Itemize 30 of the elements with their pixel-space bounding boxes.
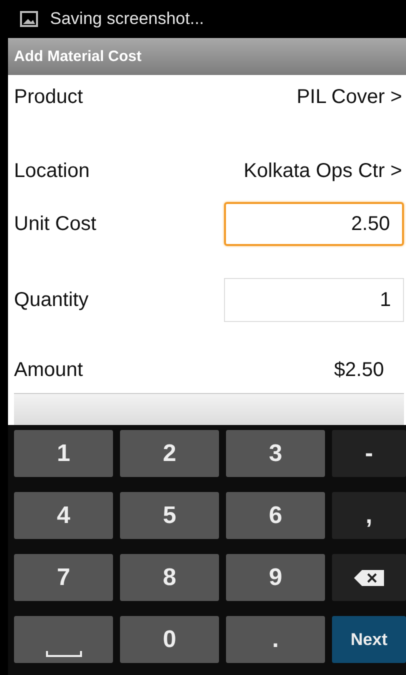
notification-text: Saving screenshot... [50, 9, 204, 29]
keyboard-key[interactable]: 0 [120, 616, 219, 663]
backspace-icon [354, 570, 384, 586]
field-label: Quantity [14, 288, 88, 312]
space-icon [46, 650, 82, 656]
keyboard-key[interactable]: 2 [120, 430, 219, 477]
keyboard-key[interactable]: . [226, 616, 325, 663]
keyboard-key[interactable]: , [332, 492, 406, 539]
save-button[interactable] [14, 393, 404, 425]
keyboard-key[interactable]: Next [332, 616, 406, 663]
selector-row[interactable]: Product PIL Cover > [14, 75, 406, 120]
keyboard-key[interactable]: 3 [226, 430, 325, 477]
input-field[interactable]: 1 [224, 278, 404, 322]
keyboard-key[interactable]: - [332, 430, 406, 477]
space-key[interactable] [14, 616, 113, 663]
field-label: Amount [14, 358, 83, 382]
amount-value: $2.50 [334, 358, 385, 382]
keyboard-key[interactable]: 6 [226, 492, 325, 539]
screen-title: Add Material Cost [14, 48, 142, 65]
selector-row[interactable]: Location Kolkata Ops Ctr > [14, 149, 406, 194]
keyboard-key[interactable]: 9 [226, 554, 325, 601]
input-field[interactable]: 2.50 [224, 202, 404, 246]
field-label: Unit Cost [14, 212, 96, 236]
keyboard-key[interactable]: 4 [14, 492, 113, 539]
image-icon [20, 11, 38, 27]
keyboard-key[interactable]: 5 [120, 492, 219, 539]
keyboard-key[interactable]: 1 [14, 430, 113, 477]
keyboard-key[interactable]: 7 [14, 554, 113, 601]
keyboard-key[interactable]: 8 [120, 554, 219, 601]
backspace-key[interactable] [332, 554, 406, 601]
